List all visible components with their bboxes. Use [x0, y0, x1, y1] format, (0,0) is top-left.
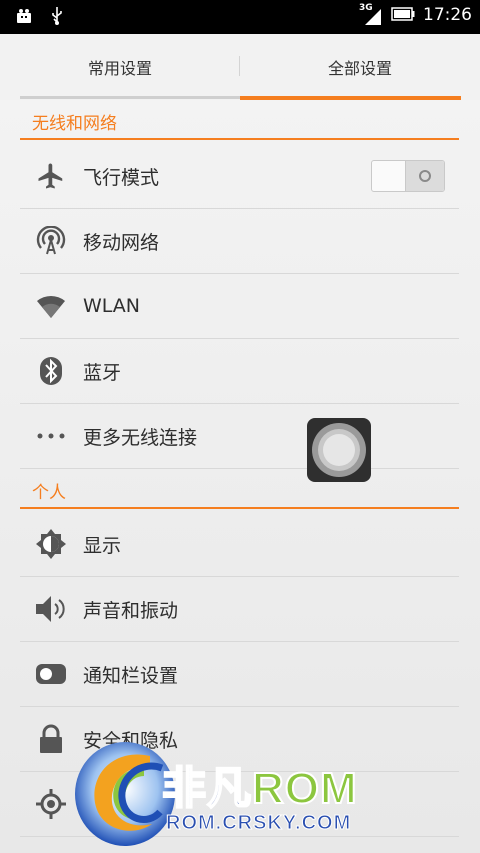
wifi-icon: [34, 289, 68, 323]
section-header-wireless: 无线和网络: [20, 104, 459, 140]
cell-tower-icon: [34, 224, 68, 258]
more-dots-icon: [34, 419, 68, 453]
toggle-knob: [405, 161, 444, 191]
settings-tabs: 常用设置 全部设置: [0, 34, 480, 100]
section-header-personal: 个人: [20, 473, 459, 509]
battery-icon: [391, 6, 415, 25]
status-time: 17:26: [423, 5, 472, 25]
settings-item-airplane-mode[interactable]: 飞行模式: [20, 144, 459, 209]
tab-common-settings[interactable]: 常用设置: [0, 34, 240, 100]
settings-item-label: 显示: [83, 534, 122, 557]
settings-item-label: 飞行模式: [83, 166, 160, 189]
watermark-brand-right: ROM: [251, 763, 358, 814]
settings-item-label: 蓝牙: [83, 361, 122, 384]
speaker-icon: [34, 592, 68, 626]
android-debug-icon: [14, 6, 34, 30]
tab-all-settings[interactable]: 全部设置: [240, 34, 480, 100]
location-icon: [34, 787, 68, 821]
settings-item-notification-bar[interactable]: 通知栏设置: [20, 642, 459, 707]
settings-item-bluetooth[interactable]: 蓝牙: [20, 339, 459, 404]
settings-item-wlan[interactable]: WLAN: [20, 274, 459, 339]
status-bar: 3G 17:26: [0, 0, 480, 34]
settings-item-more-wireless[interactable]: 更多无线连接: [20, 404, 459, 469]
floating-touch-button[interactable]: [307, 418, 371, 482]
usb-icon: [50, 6, 64, 30]
settings-item-label: 通知栏设置: [83, 664, 179, 687]
watermark-url: ROM.CRSKY.COM: [165, 812, 352, 835]
notification-toggle-icon: [34, 657, 68, 691]
tab-underline: [20, 96, 240, 99]
watermark-logo: 非凡ROM ROM.CRSKY.COM: [70, 738, 420, 850]
brightness-icon: [34, 527, 68, 561]
settings-item-label: 移动网络: [83, 231, 160, 254]
settings-item-label: WLAN: [83, 295, 141, 317]
settings-item-mobile-network[interactable]: 移动网络: [20, 209, 459, 274]
watermark-brand: 非凡ROM: [161, 752, 358, 816]
lock-icon: [34, 722, 68, 756]
settings-item-display[interactable]: 显示: [20, 512, 459, 577]
settings-item-sound-vibration[interactable]: 声音和振动: [20, 577, 459, 642]
settings-item-label: 更多无线连接: [83, 426, 198, 449]
settings-item-label: 声音和振动: [83, 599, 179, 622]
airplane-mode-toggle[interactable]: [371, 160, 445, 192]
signal-icon: 3G: [359, 3, 383, 25]
bluetooth-icon: [34, 354, 68, 388]
airplane-icon: [34, 159, 68, 193]
watermark-brand-left: 非凡: [161, 763, 252, 814]
